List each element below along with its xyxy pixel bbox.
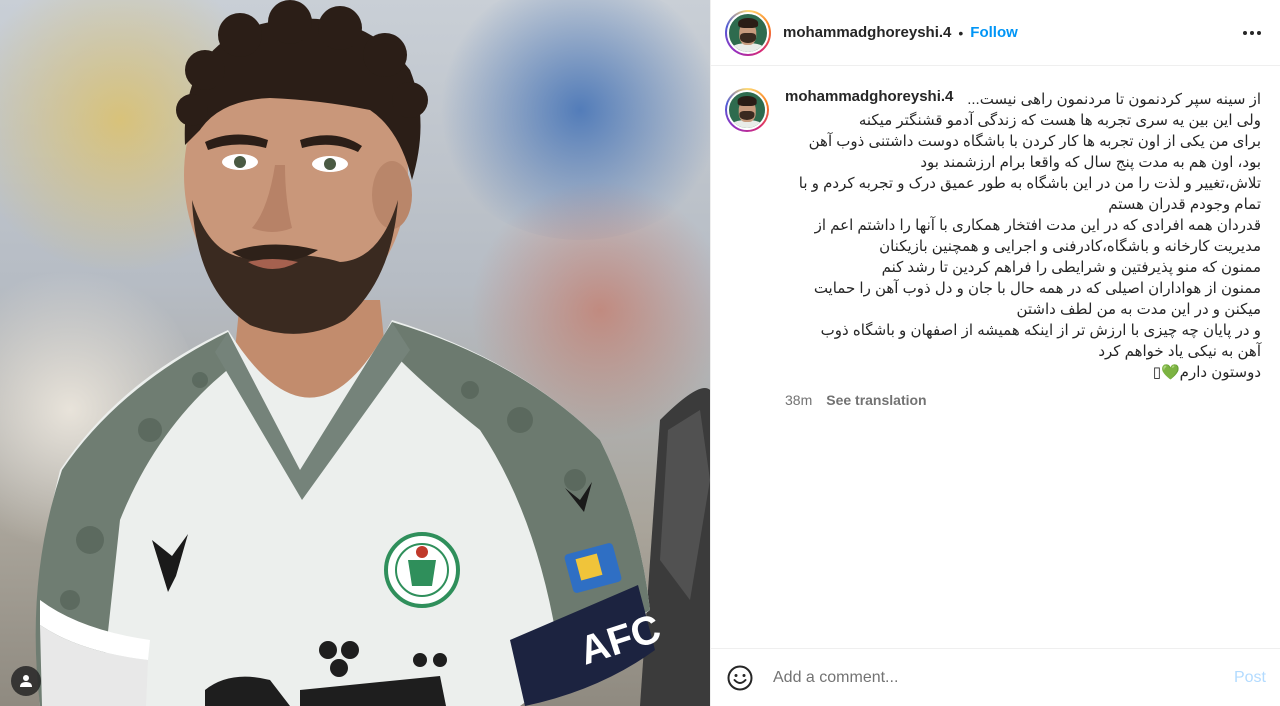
caption-line: و در پایان چه چیزی با ارزش تر از اینکه ه… <box>820 322 1261 339</box>
author-username[interactable]: mohammadghoreyshi.4 <box>783 24 951 41</box>
user-tag-button[interactable] <box>11 666 41 696</box>
instagram-post-modal: AFC mohammadghoreyshi.4 • Follow mohamma… <box>0 0 1280 706</box>
user-tag-icon <box>20 675 32 687</box>
more-options-icon <box>1243 30 1261 35</box>
separator-dot: • <box>958 24 964 41</box>
comment-composer: Post <box>711 648 1280 706</box>
caption-text: از سینه سپر کردنمون تا مردنمون راهی نیست… <box>785 89 1261 383</box>
club-crest-emblem-dot <box>416 546 428 558</box>
post-caption: mohammadghoreyshi.4 از سینه سپر کردنمون … <box>725 88 1266 408</box>
caption-line: میکنن و در این مدت به من لطف داشتن <box>1016 301 1261 318</box>
caption-meta: 38m See translation <box>785 392 1261 408</box>
post-media[interactable]: AFC <box>0 0 710 706</box>
caption-line: ولی این بین یه سری تجربه ها هست که زندگی… <box>858 112 1261 129</box>
caption-username[interactable]: mohammadghoreyshi.4 <box>785 88 953 105</box>
caption-line: ممنون از هواداران اصیلی که در همه حال با… <box>813 280 1261 297</box>
comment-input[interactable] <box>773 668 1234 687</box>
player-photo: AFC <box>35 0 710 706</box>
player-iris <box>324 158 336 170</box>
post-side-panel: mohammadghoreyshi.4 • Follow mohammadgho… <box>710 0 1280 706</box>
avatar-image <box>727 90 767 130</box>
post-comment-button[interactable]: Post <box>1234 669 1266 687</box>
author-avatar[interactable] <box>725 9 771 56</box>
caption-author-avatar[interactable] <box>725 88 769 132</box>
caption-line: بود، اون هم به مدت پنج سال که واقعا برام… <box>920 154 1261 171</box>
caption-line: تمام وجودم قدران هستم <box>1108 196 1261 213</box>
player-iris <box>234 156 246 168</box>
caption-line: ممنون که منو پذیرفتین و شرایطی را فراهم … <box>881 259 1261 276</box>
post-timestamp[interactable]: 38m <box>785 392 812 408</box>
caption-body: mohammadghoreyshi.4 از سینه سپر کردنمون … <box>785 88 1261 408</box>
caption-line: قدردان همه افرادی که در این مدت افتخار ه… <box>814 217 1261 234</box>
see-translation-button[interactable]: See translation <box>826 392 926 408</box>
caption-line: مدیریت کارخانه و باشگاه،کادرفنی و اجرایی… <box>879 238 1261 255</box>
caption-line: دوستون دارم💚▯ <box>1152 364 1261 381</box>
more-options-button[interactable] <box>1240 21 1264 45</box>
follow-button[interactable]: Follow <box>970 24 1018 41</box>
caption-line: تلاش،تغییر و لذت را من در این باشگاه به … <box>798 175 1261 192</box>
club-crest-emblem <box>408 560 436 586</box>
emoji-picker-button[interactable] <box>727 664 755 692</box>
caption-line: آهن به نیکی یاد خواهم کرد <box>1098 343 1261 360</box>
emoji-icon <box>727 665 753 690</box>
post-header: mohammadghoreyshi.4 • Follow <box>711 0 1280 66</box>
comments-section: mohammadghoreyshi.4 از سینه سپر کردنمون … <box>711 66 1280 648</box>
caption-line: برای من یکی از اون تجربه ها کار کردن با … <box>808 133 1261 150</box>
avatar-image <box>727 11 769 54</box>
